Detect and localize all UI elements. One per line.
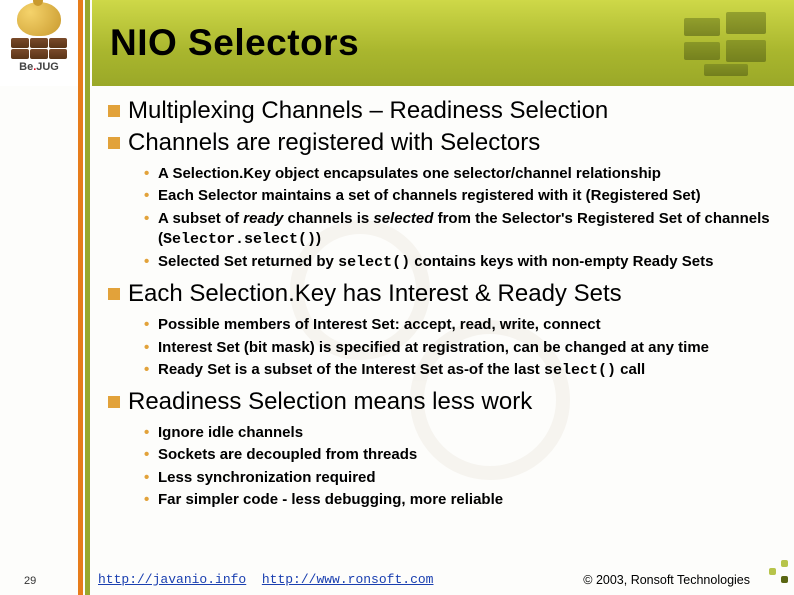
square-bullet-icon <box>108 396 120 408</box>
logo-text-post: JUG <box>36 61 59 73</box>
slide-title: NIO Selectors <box>110 22 359 64</box>
sub-bullet-item: A Selection.Key object encapsulates one … <box>144 164 786 184</box>
sub-bullet-item: Each Selector maintains a set of channel… <box>144 186 786 206</box>
section-heading: Each Selection.Key has Interest & Ready … <box>108 279 786 309</box>
section-heading-text: Each Selection.Key has Interest & Ready … <box>128 280 622 307</box>
sub-bullet-list: A Selection.Key object encapsulates one … <box>144 164 786 273</box>
corner-decoration <box>758 553 790 585</box>
footer-links: http://javanio.info http://www.ronsoft.c… <box>98 572 433 587</box>
page-number: 29 <box>24 575 36 587</box>
footer-link-2[interactable]: http://www.ronsoft.com <box>262 572 434 587</box>
footer-link-1[interactable]: http://javanio.info <box>98 572 246 587</box>
sub-bullet-list: Ignore idle channelsSockets are decouple… <box>144 423 786 510</box>
sub-bullet-list: Possible members of Interest Set: accept… <box>144 315 786 381</box>
accent-stripe-orange <box>78 0 83 595</box>
sub-bullet-item: Interest Set (bit mask) is specified at … <box>144 338 786 358</box>
square-bullet-icon <box>108 137 120 149</box>
square-bullet-icon <box>108 288 120 300</box>
sub-bullet-item: Sockets are decoupled from threads <box>144 445 786 465</box>
header-band: NIO Selectors <box>92 0 794 86</box>
section-heading: Readiness Selection means less work <box>108 387 786 417</box>
section-heading: Channels are registered with Selectors <box>108 128 786 158</box>
header-decoration <box>674 6 784 80</box>
section-heading-text: Channels are registered with Selectors <box>128 129 540 156</box>
logo-area: Be.JUG <box>0 0 78 86</box>
square-bullet-icon <box>108 105 120 117</box>
section-heading: Multiplexing Channels – Readiness Select… <box>108 96 786 126</box>
sub-bullet-item: Possible members of Interest Set: accept… <box>144 315 786 335</box>
footer-copyright: © 2003, Ronsoft Technologies <box>583 573 750 587</box>
accent-stripe-green <box>85 0 90 595</box>
sub-bullet-item: ​A subset of ready channels is selected … <box>144 209 786 251</box>
section-heading-text: Multiplexing Channels – Readiness Select… <box>128 97 608 124</box>
bejug-logo: Be.JUG <box>8 2 70 80</box>
sub-bullet-item: ​Selected Set returned by select() conta… <box>144 252 786 273</box>
sub-bullet-item: Far simpler code - less debugging, more … <box>144 490 786 510</box>
footer: 29 http://javanio.info http://www.ronsof… <box>0 567 794 589</box>
section-heading-text: Readiness Selection means less work <box>128 388 532 415</box>
sub-bullet-item: Less synchronization required <box>144 468 786 488</box>
sub-bullet-item: Ignore idle channels <box>144 423 786 443</box>
sub-bullet-item: ​Ready Set is a subset of the Interest S… <box>144 360 786 381</box>
logo-text-pre: Be <box>19 61 33 73</box>
slide-content: Multiplexing Channels – Readiness Select… <box>98 96 786 516</box>
